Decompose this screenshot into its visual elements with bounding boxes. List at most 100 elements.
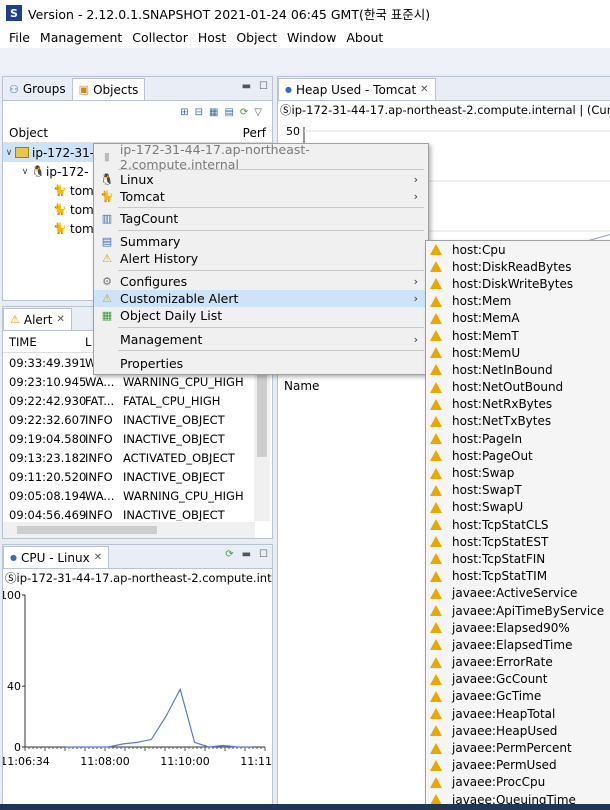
- submenu-item[interactable]: javaee:ActiveService: [426, 585, 610, 602]
- submenu-item[interactable]: host:MemA: [426, 310, 610, 327]
- submenu-item[interactable]: javaee:HeapUsed: [426, 722, 610, 739]
- maximize-icon[interactable]: ☐: [259, 549, 268, 560]
- menu-collector[interactable]: Collector: [127, 30, 193, 45]
- linux-icon: 🐧: [31, 164, 45, 178]
- tomcat-icon: 🐈: [53, 202, 67, 216]
- menu-item-configures[interactable]: ⚙ Configures ›: [94, 273, 428, 290]
- tab-alert[interactable]: ⚠ Alert ✕: [3, 308, 72, 330]
- submenu-item[interactable]: javaee:HeapTotal: [426, 705, 610, 722]
- menu-object[interactable]: Object: [231, 30, 282, 45]
- warning-icon: [430, 330, 442, 342]
- cpu-chart: 100 40 011:06:34 11:08:00 11:10:00 11:11:34: [0, 589, 290, 768]
- table-row[interactable]: 09:05:08.194 WA... WARNING_CPU_HIGH: [3, 486, 255, 505]
- submenu-item[interactable]: host:SwapT: [426, 482, 610, 499]
- submenu-item[interactable]: host:NetTxBytes: [426, 413, 610, 430]
- objects-table-header: Object Perf: [3, 123, 272, 143]
- submenu-item[interactable]: host:Cpu: [426, 241, 610, 258]
- maximize-icon[interactable]: ☐: [259, 81, 268, 92]
- table-row[interactable]: 09:11:20.520 INFO INACTIVE_OBJECT: [3, 467, 255, 486]
- submenu-item[interactable]: host:NetRxBytes: [426, 396, 610, 413]
- submenu-item[interactable]: javaee:ErrorRate: [426, 654, 610, 671]
- refresh-icon[interactable]: ⟳: [225, 549, 233, 560]
- menu-item-properties[interactable]: Properties: [94, 355, 428, 372]
- warning-icon: [430, 759, 442, 771]
- submenu-item[interactable]: javaee:PermUsed: [426, 757, 610, 774]
- table-row[interactable]: 09:04:56.469 INFO INACTIVE_OBJECT: [3, 505, 255, 522]
- tab-objects[interactable]: ▣ Objects: [71, 78, 146, 100]
- menu-item-linux[interactable]: 🐧 Linux ›: [94, 171, 428, 188]
- close-icon[interactable]: ✕: [420, 84, 428, 95]
- submenu-item[interactable]: host:DiskWriteBytes: [426, 275, 610, 292]
- submenu-item[interactable]: host:MemU: [426, 344, 610, 361]
- alert-horizontal-scrollbar[interactable]: [3, 522, 255, 538]
- collapse-chevron-icon[interactable]: ∨: [3, 148, 15, 158]
- submenu-item[interactable]: host:MemT: [426, 327, 610, 344]
- warning-icon: [430, 519, 442, 531]
- menu-item-label: TagCount: [120, 211, 179, 226]
- submenu-item[interactable]: host:TcpStatEST: [426, 533, 610, 550]
- menu-item-management[interactable]: Management ›: [94, 331, 428, 348]
- menu-item-customizable-alert[interactable]: ⚠ Customizable Alert ›: [94, 290, 428, 307]
- tab-heap-label: Heap Used - Tomcat: [295, 82, 417, 97]
- expand-all-icon[interactable]: ⊞: [180, 107, 188, 118]
- submenu-item[interactable]: host:DiskReadBytes: [426, 258, 610, 275]
- warning-icon: [430, 415, 442, 427]
- submenu-item[interactable]: javaee:GcCount: [426, 671, 610, 688]
- cpu-series-line: [65, 687, 253, 748]
- menu-item-summary[interactable]: ▤ Summary: [94, 233, 428, 250]
- submenu-item[interactable]: javaee:ElapsedTime: [426, 636, 610, 653]
- submenu-item[interactable]: javaee:Elapsed90%: [426, 619, 610, 636]
- submenu-item[interactable]: host:Mem: [426, 293, 610, 310]
- submenu-item-label: host:DiskWriteBytes: [452, 276, 574, 291]
- submenu-item[interactable]: javaee:GcTime: [426, 688, 610, 705]
- tree-label: ip-172-31-: [32, 145, 95, 160]
- menu-item-tomcat[interactable]: 🐈 Tomcat ›: [94, 188, 428, 205]
- submenu-item[interactable]: host:Swap: [426, 464, 610, 481]
- submenu-item-label: host:MemT: [452, 328, 519, 343]
- submenu-item[interactable]: host:TcpStatTIM: [426, 568, 610, 585]
- submenu-item[interactable]: host:PageIn: [426, 430, 610, 447]
- submenu-item[interactable]: javaee:ApiTimeByService: [426, 602, 610, 619]
- collapse-chevron-icon[interactable]: ∨: [19, 167, 31, 177]
- menu-item-label: Summary: [120, 234, 181, 249]
- submenu-item-label: host:TcpStatFIN: [452, 551, 546, 566]
- table-row[interactable]: 09:13:23.182 INFO ACTIVATED_OBJECT: [3, 448, 255, 467]
- menu-host[interactable]: Host: [193, 30, 231, 45]
- close-icon[interactable]: ✕: [94, 552, 102, 563]
- submenu-item[interactable]: host:TcpStatFIN: [426, 550, 610, 567]
- menu-about[interactable]: About: [341, 30, 388, 45]
- close-icon[interactable]: ✕: [56, 314, 64, 325]
- x-tick-label: 11:11:34: [240, 755, 271, 768]
- tab-heap[interactable]: ● Heap Used - Tomcat ✕: [278, 78, 436, 100]
- submenu-item[interactable]: host:NetInBound: [426, 361, 610, 378]
- submenu-item[interactable]: javaee:ProcCpu: [426, 774, 610, 791]
- submenu-item-label: javaee:ProcCpu: [452, 775, 546, 790]
- minimize-icon[interactable]: ▬: [242, 81, 251, 92]
- minimize-icon[interactable]: ▬: [242, 549, 251, 560]
- submenu-item[interactable]: host:PageOut: [426, 447, 610, 464]
- cell-level: INFO: [85, 469, 113, 484]
- collapse-all-icon[interactable]: ⊟: [195, 107, 203, 118]
- menu-item-alert-history[interactable]: ⚠ Alert History: [94, 250, 428, 267]
- tab-cpu[interactable]: ● CPU - Linux ✕: [3, 546, 110, 568]
- menu-file[interactable]: File: [4, 30, 35, 45]
- scrollbar-thumb[interactable]: [17, 526, 157, 534]
- menu-window[interactable]: Window: [282, 30, 341, 45]
- refresh-icon[interactable]: ⟳: [240, 107, 248, 118]
- submenu-item[interactable]: host:NetOutBound: [426, 379, 610, 396]
- submenu-item-label: host:NetRxBytes: [452, 397, 553, 412]
- menu-item-tagcount[interactable]: ▥ TagCount: [94, 210, 428, 227]
- submenu-item[interactable]: host:TcpStatCLS: [426, 516, 610, 533]
- filter-icon[interactable]: ▦: [209, 107, 218, 118]
- menu-item-object-daily-list[interactable]: ▦ Object Daily List: [94, 307, 428, 324]
- table-row[interactable]: 09:22:42.930 FAT... FATAL_CPU_HIGH: [3, 391, 255, 410]
- submenu-item[interactable]: host:SwapU: [426, 499, 610, 516]
- grid-icon[interactable]: ▤: [224, 107, 233, 118]
- submenu-item[interactable]: javaee:PermPercent: [426, 739, 610, 756]
- submenu-item-label: javaee:ElapsedTime: [452, 637, 573, 652]
- table-row[interactable]: 09:19:04.580 INFO INACTIVE_OBJECT: [3, 429, 255, 448]
- tab-groups[interactable]: ⚇ Groups: [3, 78, 72, 100]
- menu-management[interactable]: Management: [35, 30, 127, 45]
- view-menu-icon[interactable]: ▽: [254, 107, 262, 118]
- table-row[interactable]: 09:22:32.607 INFO INACTIVE_OBJECT: [3, 410, 255, 429]
